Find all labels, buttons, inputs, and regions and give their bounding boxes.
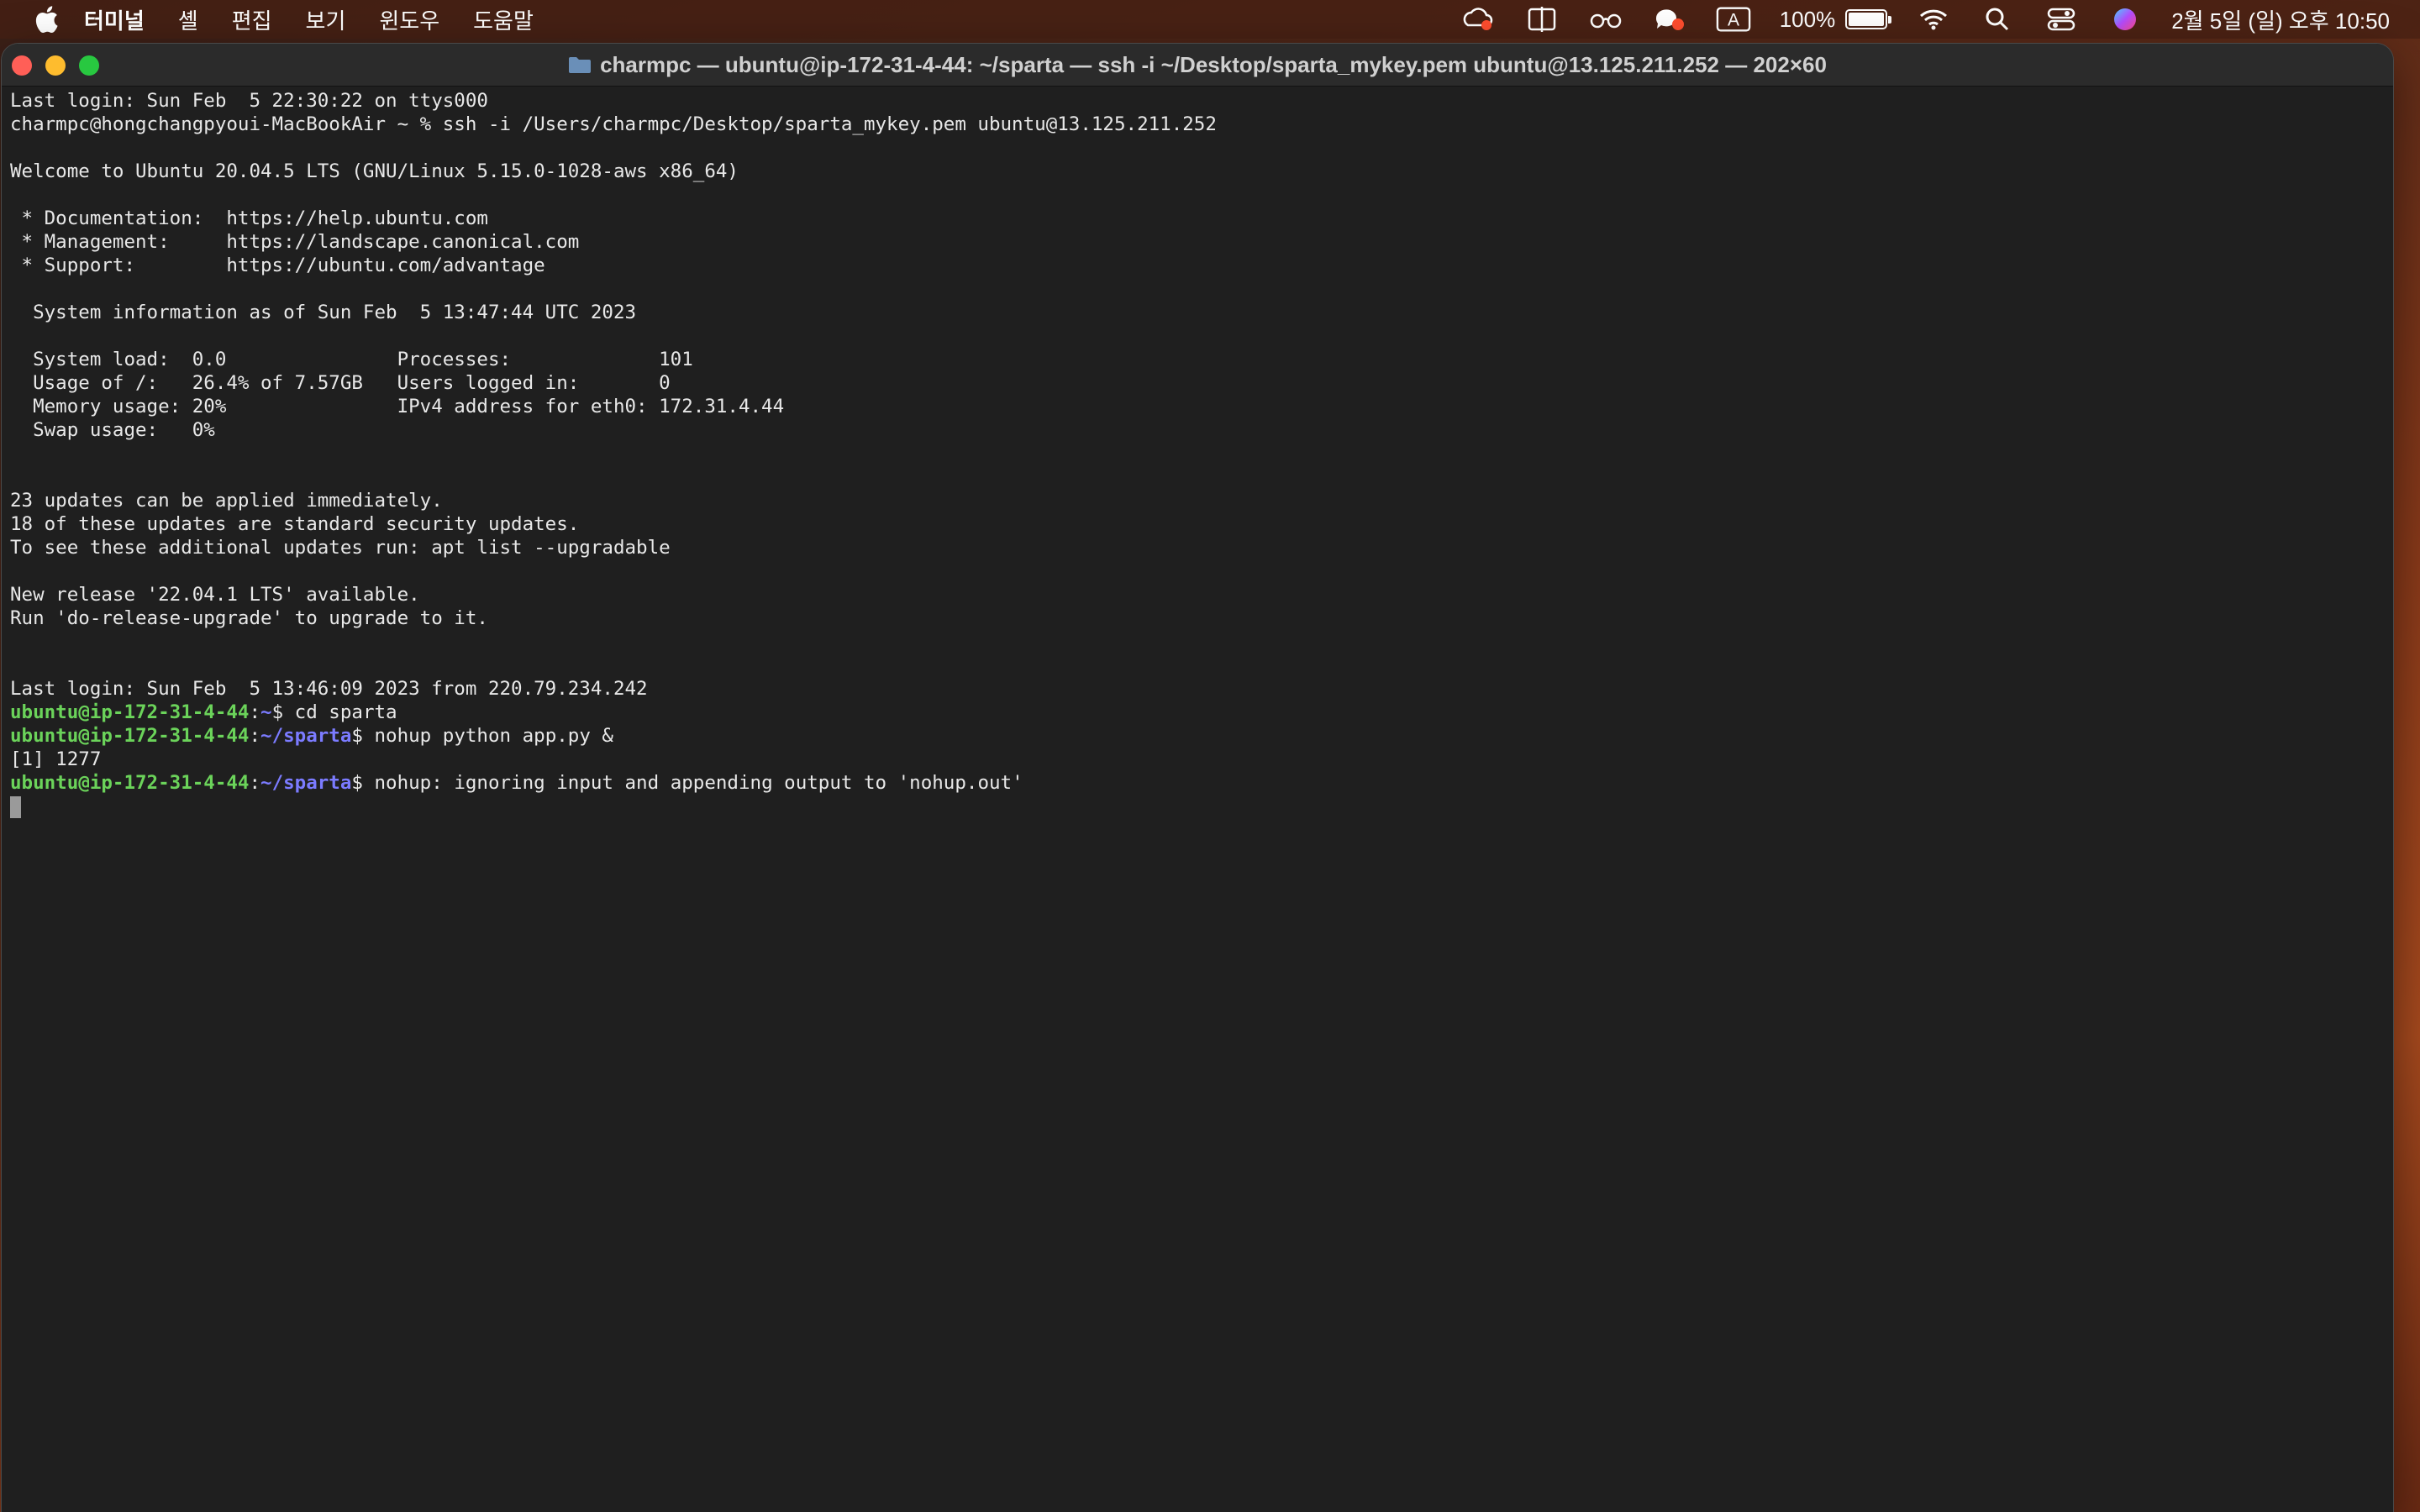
prompt-line: ubuntu@ip-172-31-4-44:~/sparta$ nohup py… xyxy=(10,724,2376,748)
terminal-line: * Documentation: https://help.ubuntu.com xyxy=(10,207,488,229)
creative-cloud-icon[interactable] xyxy=(1460,5,1496,34)
terminal-output[interactable]: Last login: Sun Feb 5 22:30:22 on ttys00… xyxy=(10,89,2376,1512)
prompt-separator: : xyxy=(249,772,261,794)
text-cursor xyxy=(10,795,21,818)
prompt-separator: : xyxy=(249,701,261,723)
title-bar[interactable]: charmpc — ubuntu@ip-172-31-4-44: ~/spart… xyxy=(2,44,2393,87)
terminal-line: To see these additional updates run: apt… xyxy=(10,537,671,559)
folder-icon xyxy=(569,57,592,73)
prompt-user: ubuntu@ip-172-31-4-44 xyxy=(10,725,250,747)
command-text: nohup python app.py & xyxy=(362,725,613,747)
menu-view[interactable]: 보기 xyxy=(306,4,346,35)
menu-app-terminal[interactable]: 터미널 xyxy=(84,4,145,35)
battery-percent: 100% xyxy=(1779,6,1836,32)
split-view-icon[interactable] xyxy=(1524,5,1560,34)
window-title: charmpc — ubuntu@ip-172-31-4-44: ~/spart… xyxy=(600,51,1827,77)
terminal-line: Memory usage: 20% IPv4 address for eth0:… xyxy=(10,396,785,417)
window-title-container: charmpc — ubuntu@ip-172-31-4-44: ~/spart… xyxy=(2,44,2393,86)
terminal-line: Swap usage: 0% xyxy=(10,419,215,441)
prompt-line: ubuntu@ip-172-31-4-44:~/sparta$ nohup: i… xyxy=(10,771,2376,795)
command-text: nohup: ignoring input and appending outp… xyxy=(362,772,1023,794)
battery-icon[interactable] xyxy=(1845,9,1892,29)
spotlight-icon[interactable] xyxy=(1980,5,2015,34)
terminal-line: Last login: Sun Feb 5 13:46:09 2023 from… xyxy=(10,678,648,700)
prompt-dollar: $ xyxy=(271,701,284,723)
apple-icon[interactable] xyxy=(34,5,59,34)
terminal-line: System information as of Sun Feb 5 13:47… xyxy=(10,302,637,323)
menu-clock[interactable]: 2월 5일 (일) 오후 10:50 xyxy=(2171,4,2390,35)
cursor-line[interactable] xyxy=(10,795,2376,818)
menu-shell[interactable]: 셸 xyxy=(178,4,198,35)
terminal-line: New release '22.04.1 LTS' available. xyxy=(10,584,420,606)
menu-window[interactable]: 윈도우 xyxy=(379,4,439,35)
prompt-dollar: $ xyxy=(351,772,363,794)
terminal-line: * Support: https://ubuntu.com/advantage xyxy=(10,255,545,276)
menu-bar: 터미널 셸 편집 보기 윈도우 도움말 A 100% 2월 5일 (일) 오후 … xyxy=(0,0,2420,39)
terminal-line: Run 'do-release-upgrade' to upgrade to i… xyxy=(10,607,488,629)
prompt-separator: : xyxy=(249,725,261,747)
prompt-line: ubuntu@ip-172-31-4-44:~$ cd sparta xyxy=(10,701,2376,724)
terminal-line: Welcome to Ubuntu 20.04.5 LTS (GNU/Linux… xyxy=(10,160,739,182)
svg-text:A: A xyxy=(1728,11,1739,30)
menu-help[interactable]: 도움말 xyxy=(473,4,534,35)
terminal-line: * Management: https://landscape.canonica… xyxy=(10,231,580,253)
prompt-path: ~/sparta xyxy=(260,725,352,747)
command-text: cd sparta xyxy=(283,701,397,723)
terminal-window: charmpc — ubuntu@ip-172-31-4-44: ~/spart… xyxy=(2,44,2393,1512)
terminal-line: Usage of /: 26.4% of 7.57GB Users logged… xyxy=(10,372,671,394)
terminal-line: System load: 0.0 Processes: 101 xyxy=(10,349,693,370)
terminal-line: Last login: Sun Feb 5 22:30:22 on ttys00… xyxy=(10,90,488,112)
prompt-path: ~ xyxy=(260,701,272,723)
terminal-line: 23 updates can be applied immediately. xyxy=(10,490,443,512)
control-center-icon[interactable] xyxy=(2044,5,2079,34)
terminal-line: 18 of these updates are standard securit… xyxy=(10,513,580,535)
wifi-icon[interactable] xyxy=(1916,5,1951,34)
menu-edit[interactable]: 편집 xyxy=(232,4,272,35)
glasses-icon[interactable] xyxy=(1588,5,1623,34)
terminal-line: charmpc@hongchangpyoui-MacBookAir ~ % ss… xyxy=(10,113,1217,135)
prompt-dollar: $ xyxy=(351,725,363,747)
prompt-user: ubuntu@ip-172-31-4-44 xyxy=(10,772,250,794)
prompt-user: ubuntu@ip-172-31-4-44 xyxy=(10,701,250,723)
prompt-path: ~/sparta xyxy=(260,772,352,794)
input-source-icon[interactable]: A xyxy=(1716,5,1751,34)
siri-icon[interactable] xyxy=(2107,5,2143,34)
terminal-line: [1] 1277 xyxy=(10,748,102,770)
chat-icon[interactable] xyxy=(1652,5,1687,34)
